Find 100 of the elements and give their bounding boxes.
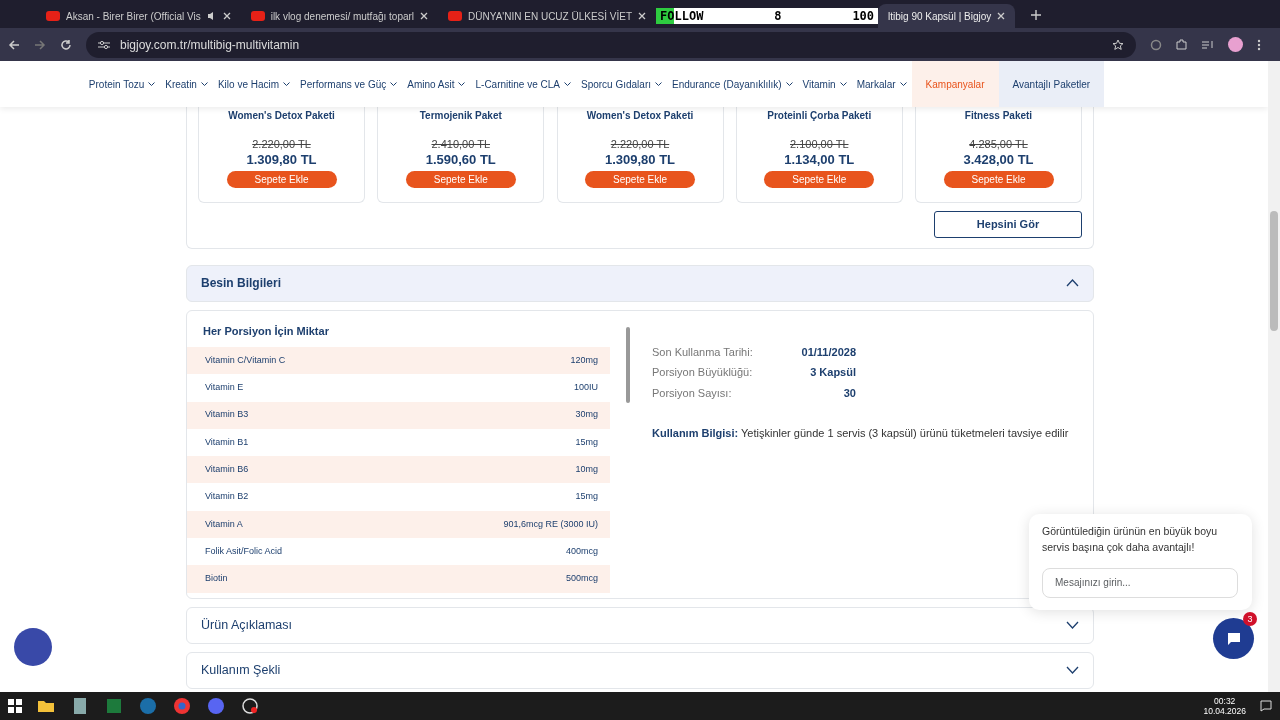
nav-link[interactable]: Avantajlı Paketler xyxy=(998,61,1105,107)
fact-value: 3 Kapsül xyxy=(809,365,856,380)
product-name[interactable]: Fitness Paketi xyxy=(916,108,1081,123)
close-icon[interactable] xyxy=(222,12,231,20)
notification-badge: 3 xyxy=(1243,612,1257,626)
old-price: 2.220,00 TL xyxy=(251,137,312,152)
add-to-cart-button[interactable]: Sepete Ekle xyxy=(585,170,695,188)
close-icon[interactable] xyxy=(997,12,1006,20)
forward-icon[interactable] xyxy=(34,38,46,51)
see-all-button[interactable]: Hepsini Gör xyxy=(934,210,1082,238)
nutrient-amount: 500mcg xyxy=(565,572,598,586)
add-to-cart-button[interactable]: Sepete Ekle xyxy=(764,170,875,188)
tab-title: ltibig 90 Kapsül | Bigjoy xyxy=(888,9,992,24)
chevron-icon xyxy=(655,81,662,87)
chat-button[interactable] xyxy=(1213,618,1254,659)
star-icon[interactable] xyxy=(1112,38,1124,51)
follow-goal: 100 xyxy=(852,8,875,25)
table-title: Her Porsiyon İçin Miktar xyxy=(202,323,330,339)
nutrient-amount: 30mg xyxy=(575,408,598,422)
price: 1.590,60 TL xyxy=(424,152,497,166)
menu-item[interactable]: Amino Asit xyxy=(402,61,471,107)
old-price: 2.100,00 TL xyxy=(789,137,850,152)
menu-item[interactable]: Kilo ve Hacim xyxy=(212,61,296,107)
menu-item[interactable]: Sporcu Gıdaları xyxy=(575,61,667,107)
price: 1.309,80 TL xyxy=(603,152,677,166)
price: 3.428,00 TL xyxy=(962,152,1035,166)
address-bar[interactable]: bigjoy.com.tr/multibig-multivitamin xyxy=(86,31,1136,58)
browser-tab[interactable]: ltibig 90 Kapsül | Bigjoy xyxy=(878,4,1016,28)
back-icon[interactable] xyxy=(8,38,20,51)
chevron-icon xyxy=(899,81,907,87)
tab-title: Aksan - Birer Birer (Official Vis xyxy=(66,9,201,24)
old-price: 2.220,00 TL xyxy=(609,137,671,152)
add-to-cart-button[interactable]: Sepete Ekle xyxy=(943,170,1054,188)
steam-icon[interactable] xyxy=(138,696,158,716)
accessibility-button[interactable] xyxy=(14,628,52,666)
chat-icon xyxy=(1225,630,1242,647)
chevron-icon xyxy=(283,81,291,87)
more-icon[interactable] xyxy=(1257,38,1261,51)
product-name[interactable]: Termojenik Paket xyxy=(378,108,544,123)
menu-item[interactable]: Kreatin xyxy=(160,61,213,107)
recorder-icon[interactable] xyxy=(240,696,260,716)
nutrient-amount: 15mg xyxy=(575,435,598,449)
fact-label: Porsiyon Sayısı: xyxy=(652,385,733,401)
menu-item[interactable]: Endurance (Dayanıklılık) xyxy=(667,61,798,107)
clock-time: 00:32 xyxy=(1213,695,1237,706)
site-settings-icon[interactable] xyxy=(98,39,110,50)
nutrient-amount: 901,6mcg RE (3000 IU) xyxy=(503,517,598,531)
extension-icon[interactable] xyxy=(1150,38,1162,51)
product-name[interactable]: Women's Detox Paketi xyxy=(557,108,723,123)
tab-title: ilk vlog denemesi/ mutfağı toparl xyxy=(270,9,415,24)
old-price: 2.410,00 TL xyxy=(430,137,491,152)
browser-tab[interactable]: DÜNYA'NIN EN UCUZ ÜLKESİ VİET xyxy=(438,4,657,28)
browser-tab[interactable]: Aksan - Birer Birer (Official Vis xyxy=(36,4,241,28)
menu-item[interactable]: Vitamin xyxy=(797,61,852,107)
nutrient-name: Vitamin C/Vitamin C xyxy=(205,353,286,367)
chevron-icon xyxy=(458,81,466,87)
nutrient-amount: 400mcg xyxy=(565,544,598,558)
message-input[interactable]: Mesajınızı girin... xyxy=(1042,567,1238,598)
nutrient-name: Vitamin E xyxy=(205,381,244,395)
close-icon[interactable] xyxy=(638,12,647,20)
nutrient-amount: 15mg xyxy=(575,490,598,504)
menu-item[interactable]: Protein Tozu xyxy=(83,61,161,107)
product-name[interactable]: Women's Detox Paketi xyxy=(199,108,364,123)
chevron-icon xyxy=(200,81,208,87)
nutrient-name: Vitamin A xyxy=(205,517,243,531)
close-icon[interactable] xyxy=(420,12,429,20)
usage-info: Kullanım Bilgisi: Yetişkinler günde 1 servis (3 kapsül) ürünü tüketmeleri tavsiye edilir xyxy=(652,426,1069,441)
nutrient-name: Biotin xyxy=(205,572,228,586)
chat-app-icon[interactable] xyxy=(206,696,226,716)
video-site-icon xyxy=(250,11,265,21)
browser-tab[interactable]: ilk vlog denemesi/ mutfağı toparl xyxy=(240,4,439,28)
accordion-header[interactable]: Besin Bilgileri xyxy=(186,264,1094,302)
price: 1.134,00 TL xyxy=(783,152,856,166)
menu-item[interactable]: Performans ve Güç xyxy=(295,61,403,107)
accordion-header[interactable]: Ürün Açıklaması xyxy=(186,606,1094,644)
nutrient-name: Vitamin B3 xyxy=(205,408,249,422)
nutrient-name: Vitamin B2 xyxy=(205,490,249,504)
chevron-icon xyxy=(563,81,571,87)
avatar-icon[interactable] xyxy=(1228,37,1243,52)
tab-title: DÜNYA'NIN EN UCUZ ÜLKESİ VİET xyxy=(468,9,633,24)
chevron-icon xyxy=(148,81,156,87)
accordion-header[interactable]: Kullanım Şekli xyxy=(186,651,1094,689)
chevron-icon xyxy=(785,81,793,87)
notification-icon[interactable] xyxy=(1260,700,1272,712)
add-to-cart-button[interactable]: Sepete Ekle xyxy=(405,170,516,188)
new-tab-icon[interactable] xyxy=(1031,10,1042,20)
browser-icon[interactable] xyxy=(172,696,192,716)
nutrient-name: Folik Asit/Folic Acid xyxy=(205,544,283,558)
page-scrollbar[interactable] xyxy=(1268,61,1280,692)
start-icon[interactable] xyxy=(8,699,22,713)
media-icon[interactable] xyxy=(1202,39,1214,50)
reload-icon[interactable] xyxy=(60,38,72,51)
nutrient-name: Vitamin B1 xyxy=(205,435,249,449)
menu-item[interactable]: Markalar xyxy=(851,61,912,107)
puzzle-icon[interactable] xyxy=(1176,38,1188,51)
menu-item[interactable]: L-Carnitine ve CLA xyxy=(470,61,576,107)
add-to-cart-button[interactable]: Sepete Ekle xyxy=(226,170,337,188)
product-name[interactable]: Proteinli Çorba Paketi xyxy=(736,108,902,123)
spreadsheet-icon[interactable] xyxy=(104,696,124,716)
fact-label: Porsiyon Büyüklüğü: xyxy=(652,365,754,380)
